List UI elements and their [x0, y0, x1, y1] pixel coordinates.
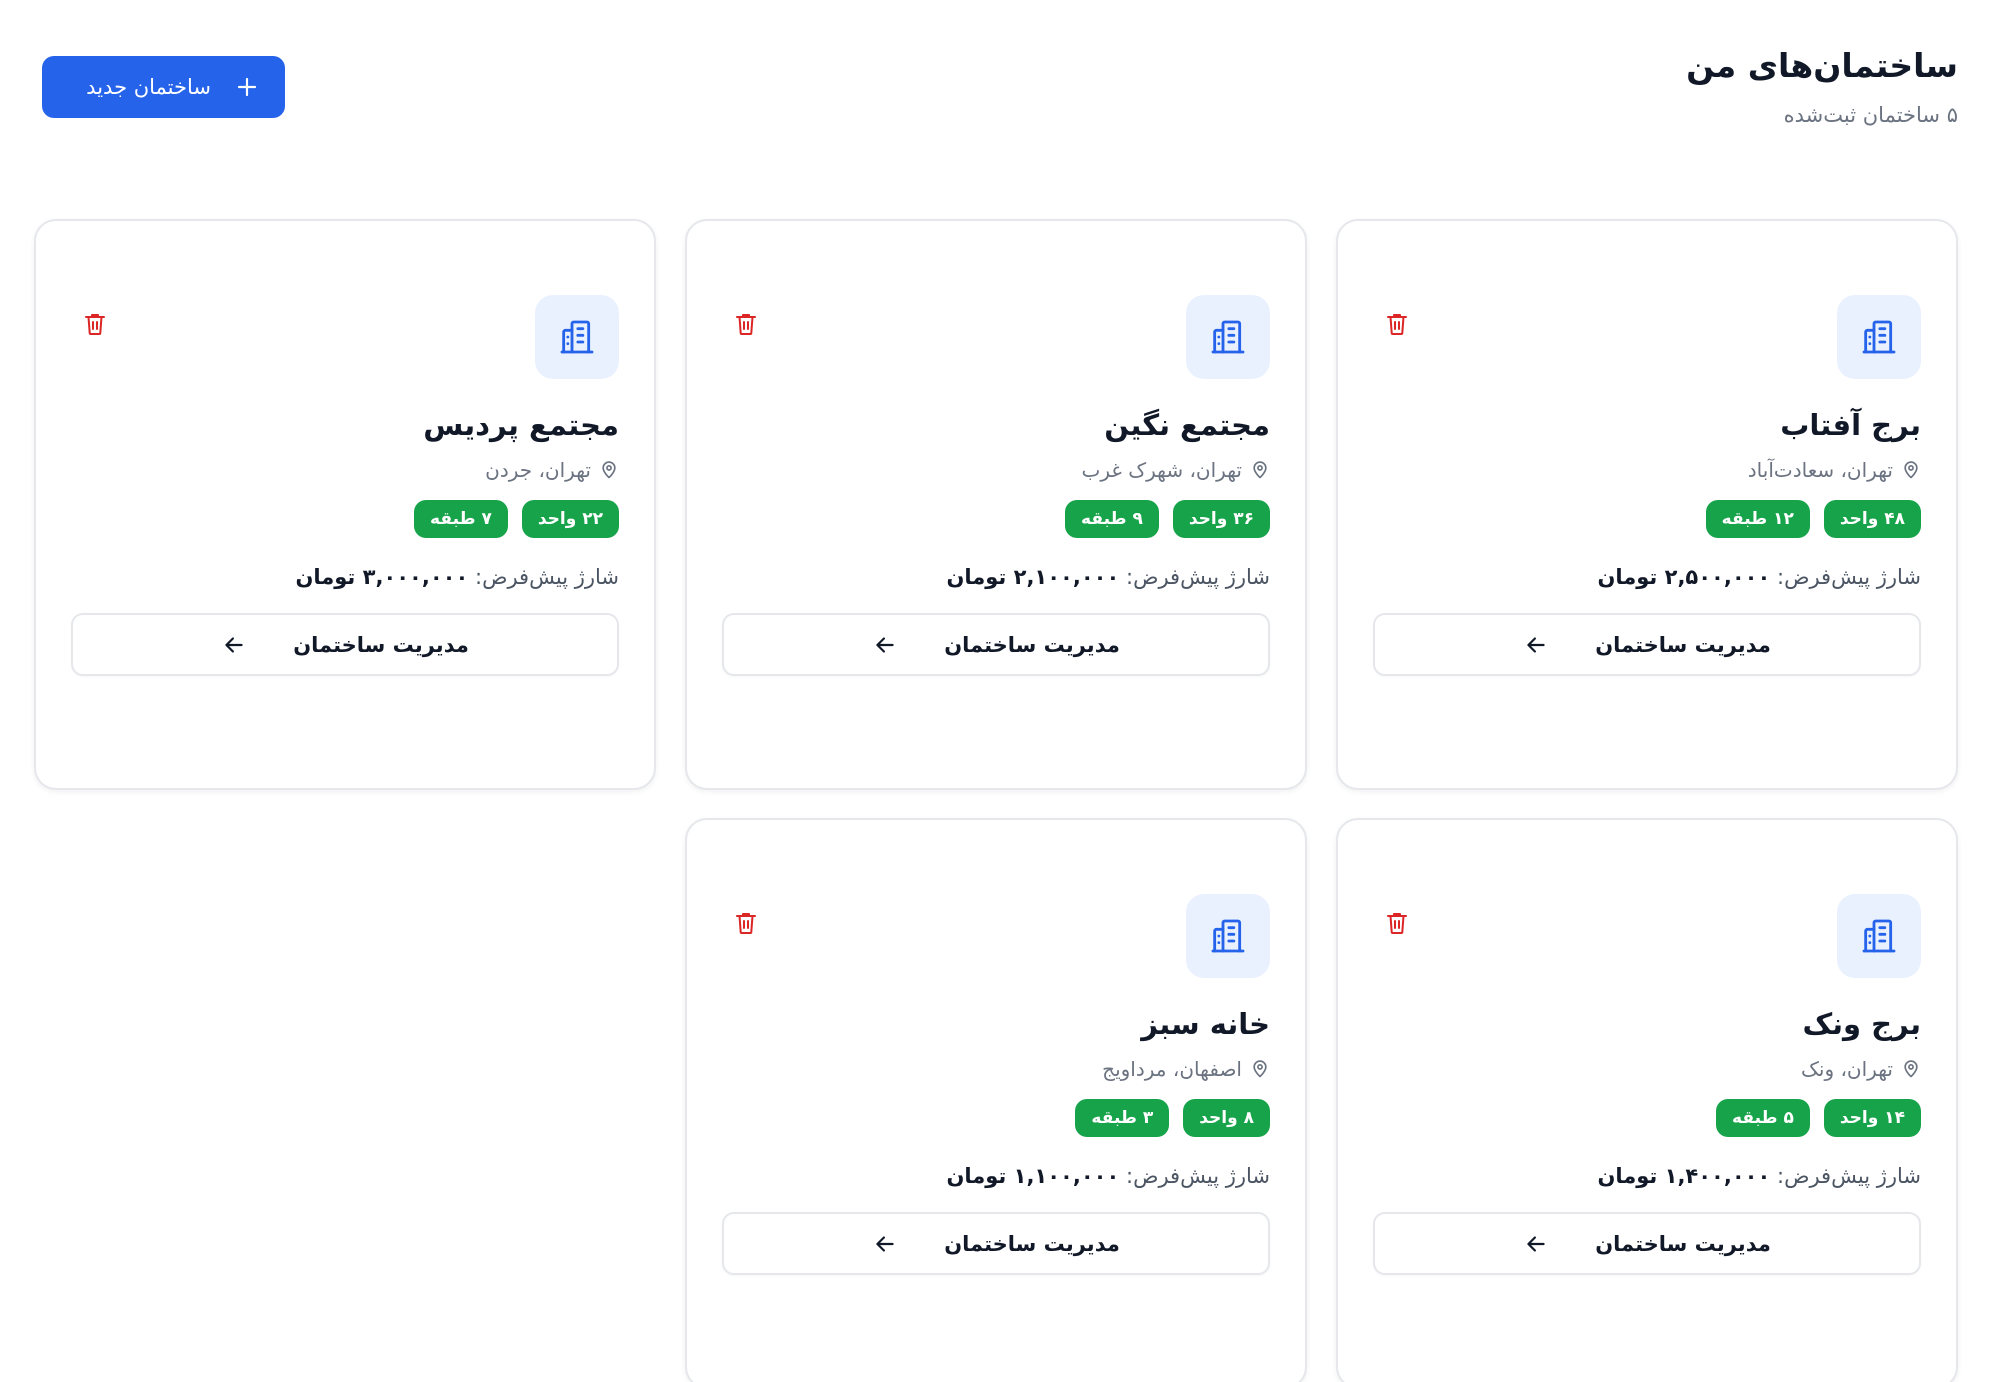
charge-value: ۱,۱۰۰,۰۰۰ تومان: [946, 1164, 1120, 1188]
floors-tag: ۱۲ طبقه: [1705, 500, 1810, 538]
default-charge: شارژ پیش‌فرض: ۱,۱۰۰,۰۰۰ تومان: [722, 1161, 1270, 1191]
map-pin-icon: [1901, 1059, 1921, 1079]
arrow-left-icon: [1523, 1231, 1549, 1257]
map-pin-icon: [1250, 460, 1270, 480]
buildings-page: ساختمان‌های من ۵ ساختمان ثبت‌شده ساختمان…: [0, 0, 2000, 1382]
charge-label: شارژ پیش‌فرض:: [1126, 565, 1270, 589]
floors-tag: ۷ طبقه: [414, 500, 508, 538]
location-text: تهران، ونک: [1800, 1057, 1893, 1081]
charge-label: شارژ پیش‌فرض:: [475, 565, 619, 589]
default-charge: شارژ پیش‌فرض: ۳,۰۰۰,۰۰۰ تومان: [71, 562, 619, 592]
charge-value: ۲,۵۰۰,۰۰۰ تومان: [1597, 565, 1771, 589]
building-location: تهران، سعادت‌آباد: [1373, 455, 1921, 485]
building-name: مجتمع پردیس: [423, 408, 619, 442]
units-tag: ۳۶ واحد: [1172, 500, 1270, 538]
building-card: مجتمع پردیس تهران، جردن ۲۲ واحد ۷ طبقه ش…: [34, 219, 656, 790]
arrow-left-icon: [1523, 632, 1549, 658]
delete-building-button[interactable]: [726, 305, 766, 345]
default-charge: شارژ پیش‌فرض: ۱,۴۰۰,۰۰۰ تومان: [1373, 1161, 1921, 1191]
building-count: ۵ ساختمان ثبت‌شده: [1783, 103, 1958, 127]
floors-tag: ۵ طبقه: [1716, 1099, 1810, 1137]
building-location: تهران، ونک: [1373, 1054, 1921, 1084]
plus-icon: [235, 75, 259, 99]
units-tag: ۱۴ واحد: [1823, 1099, 1921, 1137]
page-header: ساختمان‌های من ۵ ساختمان ثبت‌شده ساختمان…: [42, 44, 1958, 174]
building-icon: [1837, 894, 1921, 978]
card-top: [1373, 295, 1921, 379]
location-text: تهران، شهرک غرب: [1081, 458, 1242, 482]
building-card: خانه سبز اصفهان، مرداویج ۸ واحد ۳ طبقه ش…: [685, 818, 1307, 1382]
new-building-button[interactable]: ساختمان جدید: [42, 56, 285, 118]
manage-building-button[interactable]: مدیریت ساختمان: [1373, 1212, 1921, 1275]
header-text: ساختمان‌های من ۵ ساختمان ثبت‌شده: [1686, 44, 1958, 130]
units-tag: ۸ واحد: [1183, 1099, 1270, 1137]
trash-icon: [84, 312, 106, 339]
trash-icon: [1386, 911, 1408, 938]
building-location: اصفهان، مرداویج: [722, 1054, 1270, 1084]
trash-icon: [735, 911, 757, 938]
delete-building-button[interactable]: [1377, 904, 1417, 944]
charge-value: ۲,۱۰۰,۰۰۰ تومان: [946, 565, 1120, 589]
building-icon: [1837, 295, 1921, 379]
building-name: خانه سبز: [1141, 1007, 1270, 1041]
building-tags: ۸ واحد ۳ طبقه: [722, 1099, 1270, 1137]
charge-label: شارژ پیش‌فرض:: [1126, 1164, 1270, 1188]
delete-building-button[interactable]: [1377, 305, 1417, 345]
units-tag: ۴۸ واحد: [1823, 500, 1921, 538]
manage-building-button[interactable]: مدیریت ساختمان: [722, 1212, 1270, 1275]
arrow-left-icon: [872, 1231, 898, 1257]
card-top: [722, 295, 1270, 379]
building-location: تهران، شهرک غرب: [722, 455, 1270, 485]
default-charge: شارژ پیش‌فرض: ۲,۵۰۰,۰۰۰ تومان: [1373, 562, 1921, 592]
location-text: تهران، سعادت‌آباد: [1747, 458, 1893, 482]
building-name: برج ونک: [1802, 1007, 1921, 1041]
trash-icon: [735, 312, 757, 339]
manage-building-label: مدیریت ساختمان: [944, 632, 1120, 657]
building-icon: [535, 295, 619, 379]
page-title: ساختمان‌های من: [1686, 46, 1958, 85]
arrow-left-icon: [221, 632, 247, 658]
delete-building-button[interactable]: [75, 305, 115, 345]
building-name: مجتمع نگین: [1104, 408, 1270, 442]
building-icon: [1186, 894, 1270, 978]
map-pin-icon: [599, 460, 619, 480]
building-tags: ۱۴ واحد ۵ طبقه: [1373, 1099, 1921, 1137]
building-icon: [1186, 295, 1270, 379]
new-building-label: ساختمان جدید: [86, 75, 211, 99]
location-text: تهران، جردن: [485, 458, 591, 482]
map-pin-icon: [1250, 1059, 1270, 1079]
trash-icon: [1386, 312, 1408, 339]
delete-building-button[interactable]: [726, 904, 766, 944]
building-tags: ۲۲ واحد ۷ طبقه: [71, 500, 619, 538]
map-pin-icon: [1901, 460, 1921, 480]
building-card: برج آفتاب تهران، سعادت‌آباد ۴۸ واحد ۱۲ ط…: [1336, 219, 1958, 790]
manage-building-label: مدیریت ساختمان: [1595, 632, 1771, 657]
charge-value: ۳,۰۰۰,۰۰۰ تومان: [295, 565, 469, 589]
charge-label: شارژ پیش‌فرض:: [1777, 1164, 1921, 1188]
charge-value: ۱,۴۰۰,۰۰۰ تومان: [1597, 1164, 1771, 1188]
building-name: برج آفتاب: [1780, 408, 1921, 442]
floors-tag: ۹ طبقه: [1065, 500, 1159, 538]
manage-building-button[interactable]: مدیریت ساختمان: [71, 613, 619, 676]
location-text: اصفهان، مرداویج: [1102, 1057, 1242, 1081]
manage-building-label: مدیریت ساختمان: [944, 1231, 1120, 1256]
building-card: برج ونک تهران، ونک ۱۴ واحد ۵ طبقه شارژ پ…: [1336, 818, 1958, 1382]
units-tag: ۲۲ واحد: [521, 500, 619, 538]
buildings-grid: برج آفتاب تهران، سعادت‌آباد ۴۸ واحد ۱۲ ط…: [34, 219, 1958, 1382]
manage-building-label: مدیریت ساختمان: [1595, 1231, 1771, 1256]
card-top: [722, 894, 1270, 978]
charge-label: شارژ پیش‌فرض:: [1777, 565, 1921, 589]
floors-tag: ۳ طبقه: [1075, 1099, 1170, 1137]
card-top: [71, 295, 619, 379]
manage-building-button[interactable]: مدیریت ساختمان: [1373, 613, 1921, 676]
building-location: تهران، جردن: [71, 455, 619, 485]
building-tags: ۴۸ واحد ۱۲ طبقه: [1373, 500, 1921, 538]
default-charge: شارژ پیش‌فرض: ۲,۱۰۰,۰۰۰ تومان: [722, 562, 1270, 592]
manage-building-label: مدیریت ساختمان: [293, 632, 469, 657]
building-tags: ۳۶ واحد ۹ طبقه: [722, 500, 1270, 538]
manage-building-button[interactable]: مدیریت ساختمان: [722, 613, 1270, 676]
card-top: [1373, 894, 1921, 978]
arrow-left-icon: [872, 632, 898, 658]
building-card: مجتمع نگین تهران، شهرک غرب ۳۶ واحد ۹ طبق…: [685, 219, 1307, 790]
